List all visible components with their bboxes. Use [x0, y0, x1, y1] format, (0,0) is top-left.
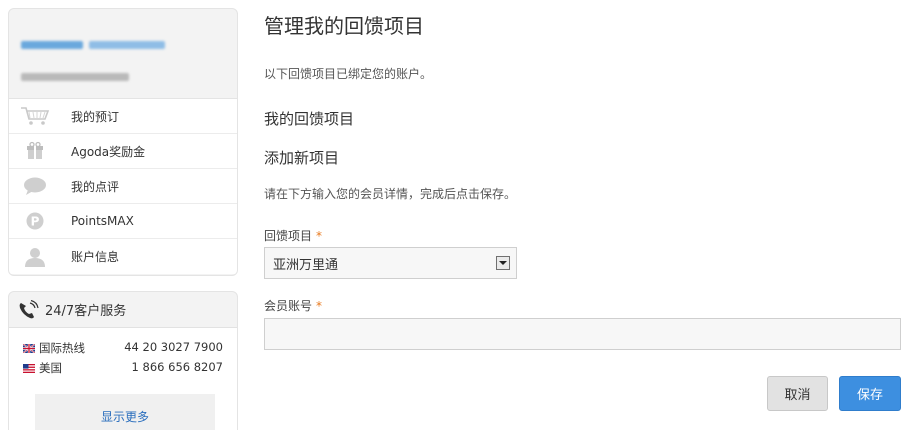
menu-label: 我的预订: [71, 109, 120, 124]
cancel-button[interactable]: 取消: [767, 376, 828, 411]
blurred-user-name: [21, 41, 83, 49]
hotline-row: 美国 1 866 656 8207: [23, 360, 223, 376]
menu-item-account-info[interactable]: 账户信息: [9, 239, 237, 274]
menu-item-rewards[interactable]: Agoda奖励金: [9, 134, 237, 169]
points-icon: P: [9, 204, 57, 239]
user-profile-card: 我的预订 Agoda奖励金 我的点评 P PointsMAX 账户信息: [8, 8, 238, 276]
program-label-text: 回馈项目: [264, 229, 313, 243]
required-mark: *: [316, 299, 323, 313]
account-menu: 我的预订 Agoda奖励金 我的点评 P PointsMAX 账户信息: [9, 98, 237, 274]
hotline-row: 国际热线 44 20 3027 7900: [23, 340, 223, 356]
member-number-input[interactable]: [264, 318, 901, 350]
intro-text: 以下回馈项目已绑定您的账户。: [264, 67, 433, 81]
support-header: 24/7客户服务: [9, 292, 237, 328]
uk-flag-icon: [23, 343, 35, 353]
support-body: 国际热线 44 20 3027 7900 美国 1 866 656 8207 显…: [9, 328, 237, 430]
member-label-text: 会员账号: [264, 299, 313, 313]
add-new-heading: 添加新项目: [264, 149, 340, 167]
gift-icon: [9, 134, 57, 169]
hotline-number: 1 866 656 8207: [131, 360, 223, 374]
page-title: 管理我的回馈项目: [264, 14, 424, 38]
hotline-number: 44 20 3027 7900: [124, 340, 223, 354]
program-label: 回馈项目 *: [264, 227, 322, 244]
program-select[interactable]: 亚洲万里通: [264, 247, 517, 279]
hint-text: 请在下方输入您的会员详情，完成后点击保存。: [264, 187, 517, 201]
blurred-user-name-part: [89, 41, 165, 49]
blurred-user-email: [21, 73, 129, 81]
svg-text:P: P: [31, 215, 40, 229]
menu-item-my-reviews[interactable]: 我的点评: [9, 169, 237, 204]
menu-label: Agoda奖励金: [71, 144, 146, 159]
support-title: 24/7客户服务: [45, 304, 127, 319]
chat-bubble-icon: [9, 169, 57, 204]
menu-item-my-bookings[interactable]: 我的预订: [9, 99, 237, 134]
hotline-region: 国际热线: [39, 341, 85, 355]
cart-icon: [9, 99, 57, 134]
user-icon: [9, 239, 57, 274]
phone-icon: [17, 299, 39, 320]
chevron-down-icon[interactable]: [496, 256, 510, 270]
program-select-value: 亚洲万里通: [273, 257, 339, 273]
menu-label: 我的点评: [71, 179, 120, 194]
member-label: 会员账号 *: [264, 297, 322, 314]
save-button[interactable]: 保存: [839, 376, 901, 411]
menu-label: PointsMAX: [71, 214, 134, 228]
menu-item-pointsmax[interactable]: P PointsMAX: [9, 204, 237, 239]
hotline-region: 美国: [39, 361, 62, 375]
required-mark: *: [316, 229, 323, 243]
customer-support-card: 24/7客户服务 国际热线 44 20 3027 7900 美国 1 866 6…: [8, 291, 238, 430]
my-programs-heading: 我的回馈项目: [264, 110, 355, 128]
us-flag-icon: [23, 363, 35, 373]
menu-label: 账户信息: [71, 250, 120, 264]
show-more-button[interactable]: 显示更多: [35, 394, 215, 430]
